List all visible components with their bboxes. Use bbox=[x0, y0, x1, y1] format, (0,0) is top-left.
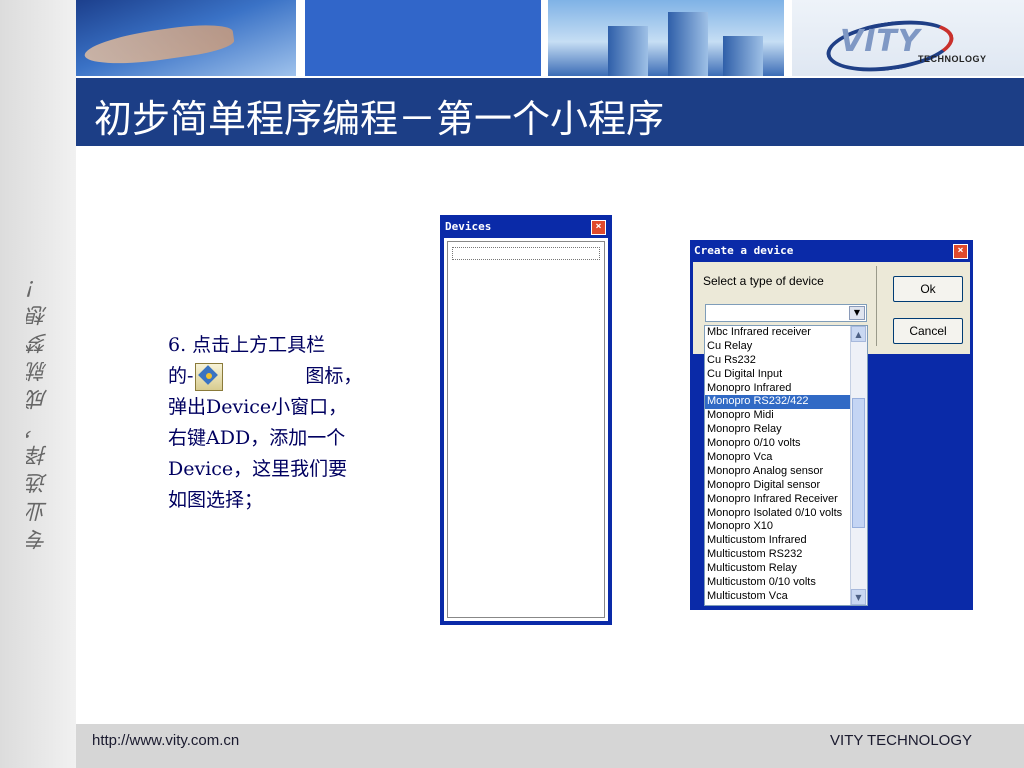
list-item[interactable]: Multicustom RS232 bbox=[705, 548, 867, 562]
desc-line-2: 的- 图标， bbox=[168, 361, 413, 392]
devices-window[interactable]: Devices × bbox=[440, 215, 612, 625]
list-item[interactable]: Monopro Analog sensor bbox=[705, 465, 867, 479]
devices-window-title: Devices bbox=[445, 220, 492, 233]
create-dialog-title: Create a device bbox=[694, 244, 794, 257]
list-item[interactable]: Monopro Infrared Receiver bbox=[705, 493, 867, 507]
vity-logo: VITY TECHNOLOGY bbox=[818, 13, 986, 79]
scroll-thumb[interactable] bbox=[852, 398, 865, 528]
devices-window-titlebar[interactable]: Devices × bbox=[441, 216, 611, 238]
footer-url[interactable]: http://www.vity.com.cn bbox=[92, 732, 239, 749]
logo-sub: TECHNOLOGY bbox=[918, 54, 987, 64]
banner-image-keyboard bbox=[76, 0, 296, 76]
list-item[interactable]: Mbc Infrared receiver bbox=[705, 326, 867, 340]
title-bar: 初步简单程序编程－第一个小程序 bbox=[76, 78, 1024, 146]
desc-line-2-post: 图标， bbox=[305, 365, 363, 387]
list-item[interactable]: Multicustom Relay bbox=[705, 562, 867, 576]
banner-image-buildings bbox=[548, 0, 784, 76]
device-type-items: Mbc Infrared receiver Cu Relay Cu Rs232 Cu … bbox=[705, 326, 867, 604]
device-type-list[interactable]: Mbc Infrared receiver Cu Relay Cu Rs232 Cu … bbox=[704, 325, 868, 606]
list-item[interactable]: Monopro RS232/422 bbox=[705, 395, 867, 410]
left-strip: 专业选择，成就梦想！ bbox=[0, 0, 76, 768]
list-item[interactable]: Monopro Relay bbox=[705, 423, 867, 437]
footer-brand: VITY TECHNOLOGY bbox=[830, 732, 972, 749]
chevron-down-icon[interactable]: ▼ bbox=[849, 306, 865, 320]
desc-line-3: 弹出Device小窗口， bbox=[168, 396, 348, 418]
scrollbar[interactable]: ▲ ▼ bbox=[850, 326, 867, 605]
desc-line-6: 如图选择； bbox=[168, 489, 264, 511]
logo-text: VITY bbox=[840, 24, 921, 59]
list-item[interactable]: Cu Relay bbox=[705, 340, 867, 354]
slide-title: 初步简单程序编程－第一个小程序 bbox=[94, 97, 665, 141]
list-item[interactable]: Multicustom Vca bbox=[705, 590, 867, 604]
slogan: 专业选择，成就梦想！ bbox=[26, 270, 50, 550]
list-item[interactable]: Monopro Digital sensor bbox=[705, 479, 867, 493]
devices-list-area[interactable] bbox=[444, 238, 608, 621]
banner-image-blue bbox=[305, 0, 541, 76]
banner: VITY TECHNOLOGY bbox=[76, 0, 1024, 79]
description: 6. 点击上方工具栏 的- 图标， 弹出Device小窗口， 右键ADD，添加一个… bbox=[168, 330, 413, 516]
list-item[interactable]: Monopro Midi bbox=[705, 409, 867, 423]
devices-tree-item[interactable] bbox=[452, 247, 600, 260]
close-icon[interactable]: × bbox=[591, 220, 606, 235]
list-item[interactable]: Monopro X10 bbox=[705, 520, 867, 534]
list-item[interactable]: Monopro 0/10 volts bbox=[705, 437, 867, 451]
device-toolbar-icon bbox=[195, 363, 224, 391]
footer: http://www.vity.com.cn VITY TECHNOLOGY bbox=[76, 724, 1024, 768]
list-item[interactable]: Cu Digital Input bbox=[705, 368, 867, 382]
close-icon[interactable]: × bbox=[953, 244, 968, 259]
ok-button[interactable]: Ok bbox=[893, 276, 963, 302]
desc-line-2-pre: 的- bbox=[168, 365, 194, 387]
list-item[interactable]: Monopro Isolated 0/10 volts bbox=[705, 507, 867, 521]
select-type-label: Select a type of device bbox=[703, 274, 824, 288]
scroll-down-icon[interactable]: ▼ bbox=[851, 589, 866, 605]
desc-line-1: 6. 点击上方工具栏 bbox=[168, 334, 326, 356]
create-dialog-titlebar[interactable]: Create a device × bbox=[690, 240, 973, 262]
divider bbox=[876, 266, 877, 346]
list-item[interactable]: Monopro Infrared bbox=[705, 382, 867, 396]
desc-line-5: Device，这里我们要 bbox=[168, 458, 348, 480]
scroll-up-icon[interactable]: ▲ bbox=[851, 326, 866, 342]
list-item[interactable]: Cu Rs232 bbox=[705, 354, 867, 368]
list-item[interactable]: Multicustom 0/10 volts bbox=[705, 576, 867, 590]
cancel-button[interactable]: Cancel bbox=[893, 318, 963, 344]
device-type-combo[interactable]: ▼ bbox=[705, 304, 867, 322]
list-item[interactable]: Multicustom Infrared bbox=[705, 534, 867, 548]
desc-line-4: 右键ADD，添加一个 bbox=[168, 427, 346, 449]
list-item[interactable]: Monopro Vca bbox=[705, 451, 867, 465]
